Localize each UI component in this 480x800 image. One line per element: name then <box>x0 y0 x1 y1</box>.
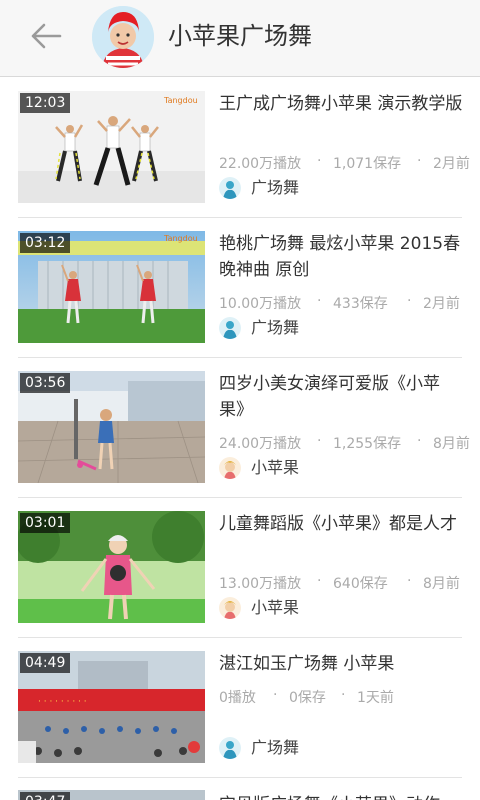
channel-avatar[interactable] <box>92 6 154 68</box>
upload-time: 8月前 <box>433 436 470 452</box>
video-stats: 10.00万播放 · 433保存 · 2月前 <box>219 293 479 313</box>
separator: · <box>317 293 322 309</box>
svg-text:Tangdou: Tangdou <box>163 96 198 105</box>
upload-time: 8月前 <box>423 576 460 592</box>
channel-name: 小苹果 <box>251 458 300 477</box>
video-thumbnail[interactable]: Tangdou 03:12 <box>18 231 205 343</box>
video-item[interactable]: 03:01 儿童舞蹈版《小苹果》都是人才 13.00万播放 · 640保存 · … <box>18 497 462 638</box>
play-count: 24.00万播放 <box>219 436 302 452</box>
video-item[interactable]: · · · · · · · · · 04:49 湛江如玉广场舞 小苹果 0播放 … <box>18 637 462 778</box>
video-thumbnail[interactable]: 03:56 <box>18 371 205 483</box>
video-stats: 13.00万播放 · 640保存 · 8月前 <box>219 573 479 593</box>
duration-badge: 12:03 <box>20 93 71 113</box>
video-item[interactable]: Tangdou 03:12 艳桃广场舞 最炫小苹果 2015春晚神曲 原创 10… <box>18 217 462 358</box>
separator: · <box>273 687 278 703</box>
separator: · <box>317 433 322 449</box>
video-thumbnail[interactable]: · · · · · · · · · 04:49 <box>18 651 205 763</box>
save-count: 0保存 <box>289 690 326 706</box>
video-title[interactable]: 四岁小美女演绎可爱版《小苹果》 <box>219 371 463 423</box>
video-item[interactable]: 03:56 四岁小美女演绎可爱版《小苹果》 24.00万播放 · 1,255保存… <box>18 357 470 498</box>
back-button[interactable] <box>30 22 64 50</box>
video-stats: 0播放 · 0保存 · 1天前 <box>219 687 479 707</box>
channel-name: 小苹果 <box>251 598 300 617</box>
channel-name: 广场舞 <box>251 318 300 337</box>
play-count: 10.00万播放 <box>219 296 302 312</box>
separator: · <box>317 153 322 169</box>
separator: · <box>341 687 346 703</box>
upload-time: 2月前 <box>423 296 460 312</box>
duration-badge: 04:49 <box>20 653 71 673</box>
separator: · <box>407 293 412 309</box>
play-count: 0播放 <box>219 690 256 706</box>
video-thumbnail[interactable]: 03:01 <box>18 511 205 623</box>
duration-badge: 03:12 <box>20 233 71 253</box>
save-count: 640保存 <box>333 576 388 592</box>
separator: · <box>417 153 422 169</box>
page-title: 小苹果广场舞 <box>168 22 312 50</box>
channel-avatar-small <box>219 177 241 199</box>
video-title[interactable]: 湛江如玉广场舞 小苹果 <box>219 651 463 677</box>
video-stats: 24.00万播放 · 1,255保存 · 8月前 <box>219 433 479 453</box>
separator: · <box>417 433 422 449</box>
separator: · <box>407 573 412 589</box>
channel-name: 广场舞 <box>251 178 300 197</box>
top-bar: 小苹果广场舞 <box>0 0 480 77</box>
duration-badge: 03:56 <box>20 373 71 393</box>
duration-badge: 03:47 <box>20 792 71 800</box>
save-count: 1,255保存 <box>333 436 402 452</box>
video-title[interactable]: 儿童舞蹈版《小苹果》都是人才 <box>219 511 463 537</box>
save-count: 1,071保存 <box>333 156 402 172</box>
duration-badge: 03:01 <box>20 513 71 533</box>
video-item[interactable]: Tangdou 12:03 王广成广场舞小苹果 演示教学版 22.00万播放 ·… <box>18 77 470 218</box>
video-stats: 22.00万播放 · 1,071保存 · 2月前 <box>219 153 479 173</box>
video-thumbnail[interactable]: Tangdou 12:03 <box>18 91 205 203</box>
channel-avatar-small <box>219 317 241 339</box>
channel-avatar-small <box>219 597 241 619</box>
play-count: 22.00万播放 <box>219 156 302 172</box>
channel-name: 广场舞 <box>251 738 300 757</box>
video-title-partial[interactable]: 宝贝版广场舞《小苹果》动作 <box>219 790 479 800</box>
video-thumbnail-partial[interactable]: 03:47 <box>18 790 205 800</box>
play-count: 13.00万播放 <box>219 576 302 592</box>
svg-text:· · · · · · · · ·: · · · · · · · · · <box>38 697 87 707</box>
upload-time: 2月前 <box>433 156 470 172</box>
save-count: 433保存 <box>333 296 388 312</box>
video-title[interactable]: 艳桃广场舞 最炫小苹果 2015春晚神曲 原创 <box>219 231 463 283</box>
separator: · <box>317 573 322 589</box>
svg-text:Tangdou: Tangdou <box>163 234 198 243</box>
channel-avatar-small <box>219 737 241 759</box>
upload-time: 1天前 <box>357 690 394 706</box>
channel-avatar-small <box>219 457 241 479</box>
arrow-left-icon <box>31 23 62 49</box>
video-title[interactable]: 王广成广场舞小苹果 演示教学版 <box>219 91 463 117</box>
